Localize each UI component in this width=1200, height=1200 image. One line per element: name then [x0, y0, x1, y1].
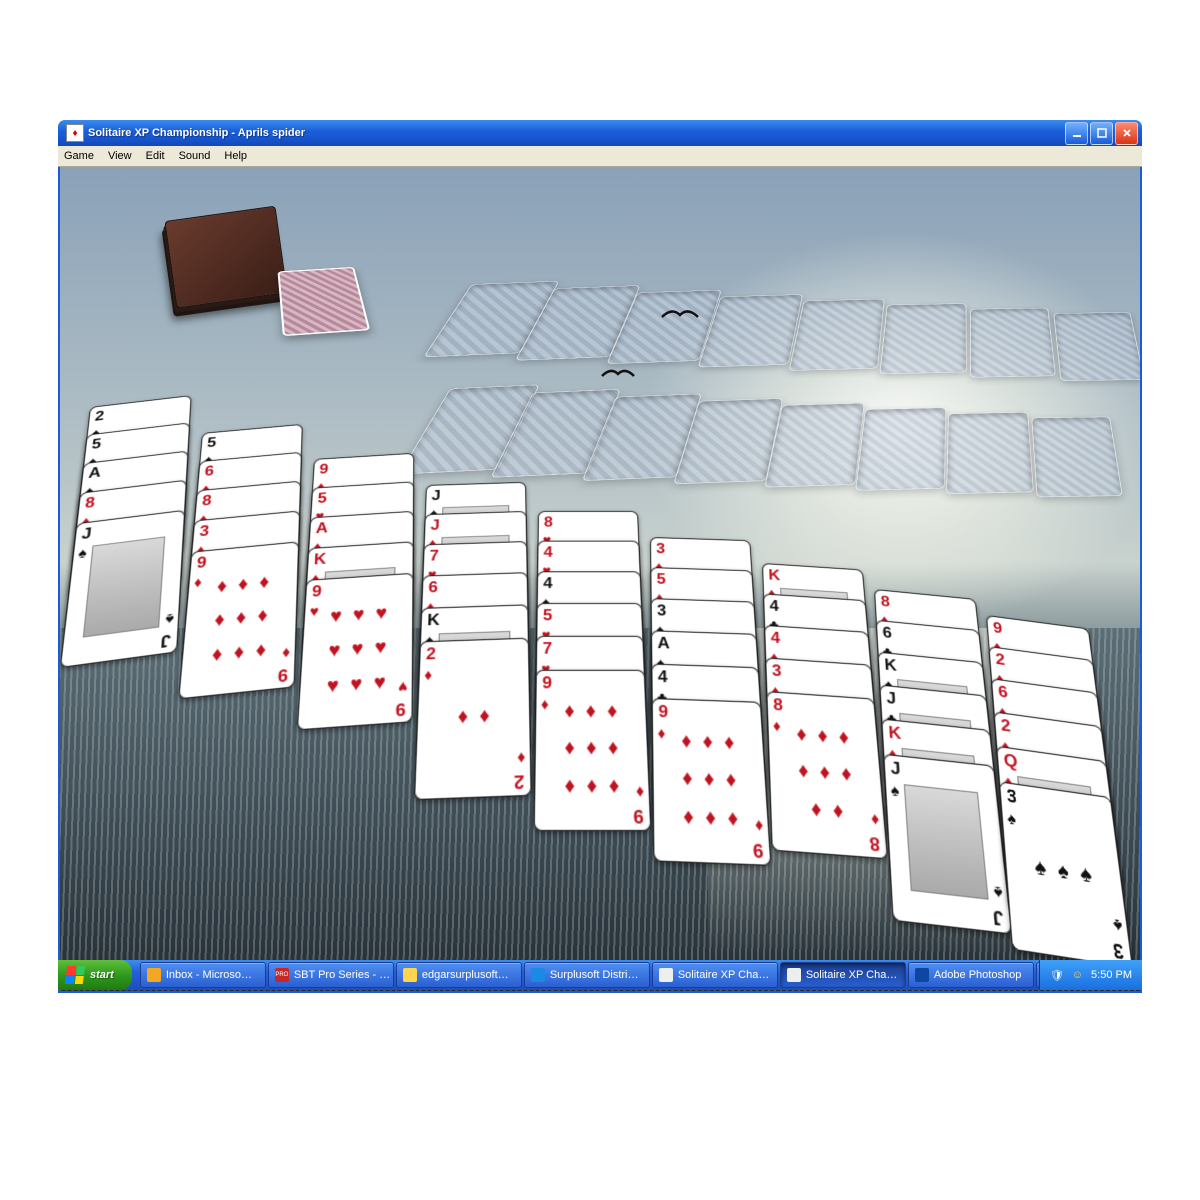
menu-edit[interactable]: Edit: [146, 150, 165, 162]
taskbar-button-label: Solitaire XP Cha…: [806, 969, 898, 981]
game-canvas[interactable]: 2♠2♠♠♠5♠5♠♠♠♠♠♠A♠A♠♠8♦8♦♦♦♦♦♦♦♦♦J♠J♠5♠5♠…: [58, 167, 1142, 993]
taskbar-button-label: Surplusoft Distri…: [550, 969, 639, 981]
taskbar-button-label: edgarsurplusoft…: [422, 969, 509, 981]
taskbar-button[interactable]: Surplusoft Distri…: [524, 962, 650, 988]
playing-card[interactable]: 9♥9♥♥♥♥♥♥♥♥♥♥: [297, 573, 414, 731]
windows-logo-icon: [65, 966, 86, 984]
tableau-area: 2♠2♠♠♠5♠5♠♠♠♠♠♠A♠A♠♠8♦8♦♦♦♦♦♦♦♦♦J♠J♠5♠5♠…: [90, 407, 1140, 991]
title-bar[interactable]: ♦ Solitaire XP Championship - Aprils spi…: [58, 120, 1142, 146]
menu-sound[interactable]: Sound: [179, 150, 211, 162]
app-window: ♦ Solitaire XP Championship - Aprils spi…: [58, 120, 1142, 990]
bird-icon: [600, 367, 636, 385]
start-button[interactable]: start: [58, 960, 132, 990]
tray-shield-icon: 🛡: [1050, 969, 1064, 982]
system-tray[interactable]: 🛡 ☺ 5:50 PM: [1039, 960, 1142, 990]
taskbar: start Inbox - Microso… PRO SBT Pro Series …: [58, 960, 1142, 990]
bird-icon: [660, 307, 700, 327]
taskbar-app-icon: [403, 968, 417, 982]
close-button[interactable]: [1115, 122, 1138, 145]
foundation-slot[interactable]: [970, 308, 1056, 378]
taskbar-app-icon: [915, 968, 929, 982]
taskbar-app-icon: [787, 968, 801, 982]
minimize-button[interactable]: [1065, 122, 1088, 145]
taskbar-app-icon: [659, 968, 673, 982]
app-icon: ♦: [66, 124, 84, 142]
taskbar-button[interactable]: Adobe Photoshop: [908, 962, 1034, 988]
menu-game[interactable]: Game: [64, 150, 94, 162]
menu-bar: Game View Edit Sound Help: [58, 146, 1142, 167]
taskbar-app-icon: [531, 968, 545, 982]
window-controls: [1065, 122, 1138, 145]
taskbar-button[interactable]: edgarsurplusoft…: [396, 962, 522, 988]
taskbar-button[interactable]: PRO SBT Pro Series - …: [268, 962, 394, 988]
taskbar-app-icon: PRO: [275, 968, 289, 982]
window-title: Solitaire XP Championship - Aprils spide…: [88, 127, 1065, 139]
taskbar-button[interactable]: Solitaire XP Cha…: [780, 962, 906, 988]
foundation-slot[interactable]: [1053, 312, 1142, 381]
playing-card[interactable]: 9♦9♦♦♦♦♦♦♦♦♦♦: [534, 670, 652, 831]
taskbar-button-label: Inbox - Microso…: [166, 969, 252, 981]
menu-help[interactable]: Help: [224, 150, 247, 162]
taskbar-button[interactable]: Inbox - Microso…: [140, 962, 266, 988]
taskbar-button[interactable]: Solitaire XP Cha…: [652, 962, 778, 988]
stock-pile[interactable]: [164, 206, 287, 309]
stock-pile-top-card[interactable]: [277, 267, 370, 336]
foundation-slot[interactable]: [789, 299, 885, 371]
playing-card[interactable]: 8♦8♦♦♦♦♦♦♦♦♦: [766, 691, 888, 859]
taskbar-button-label: Adobe Photoshop: [934, 969, 1021, 981]
taskbar-button-label: Solitaire XP Cha…: [678, 969, 770, 981]
start-label: start: [90, 969, 114, 981]
maximize-button[interactable]: [1090, 122, 1113, 145]
taskbar-buttons: Inbox - Microso… PRO SBT Pro Series - … edg…: [140, 962, 1039, 988]
menu-view[interactable]: View: [108, 150, 132, 162]
playing-card[interactable]: 2♦2♦♦♦: [414, 638, 532, 801]
taskbar-button-label: SBT Pro Series - …: [294, 969, 390, 981]
playing-card[interactable]: 3♠3♠♠♠♠: [999, 781, 1133, 968]
tray-clock: 5:50 PM: [1091, 969, 1132, 981]
foundation-slot[interactable]: [879, 303, 967, 374]
tray-user-icon: ☺: [1072, 969, 1083, 981]
taskbar-app-icon: [147, 968, 161, 982]
